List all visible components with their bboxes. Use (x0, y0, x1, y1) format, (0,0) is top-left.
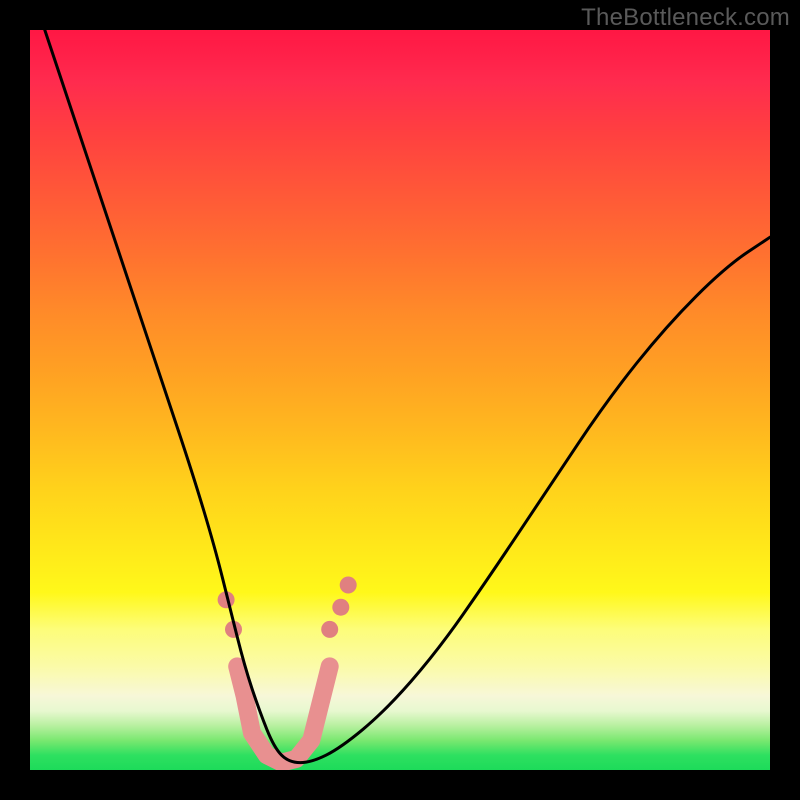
bottom-highlight (237, 666, 330, 762)
watermark-text: TheBottleneck.com (581, 4, 790, 32)
highlight-dots (218, 577, 357, 638)
curve-series (45, 30, 770, 763)
chart-svg (30, 30, 770, 770)
highlight-dot (321, 621, 338, 638)
highlight-dot (340, 577, 357, 594)
highlight-dot (332, 599, 349, 616)
plot-area (30, 30, 770, 770)
